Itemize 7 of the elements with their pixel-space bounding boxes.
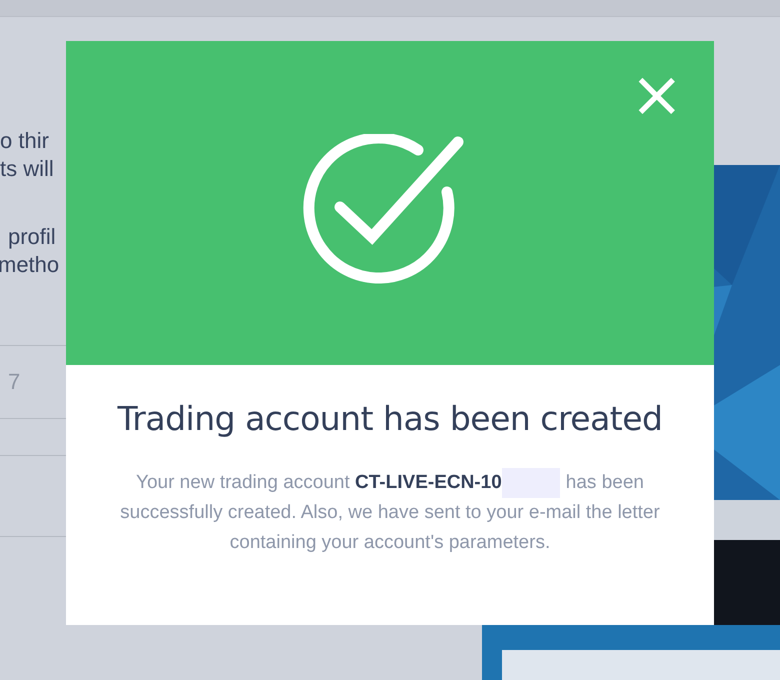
description-text: ts will bbox=[0, 155, 55, 183]
close-button[interactable]: × bbox=[630, 69, 682, 121]
dialog-title: Trading account has been created bbox=[118, 399, 662, 438]
table-cell: 7 bbox=[8, 369, 20, 395]
message-text: Your new trading account CT-LIVE-ECN-10 has been successfully created. Also, we have sent to your e-mail the letter containing your account's parameters. bbox=[118, 468, 662, 558]
description-text: o thir bbox=[0, 127, 50, 155]
description-text: profil bbox=[8, 223, 57, 251]
